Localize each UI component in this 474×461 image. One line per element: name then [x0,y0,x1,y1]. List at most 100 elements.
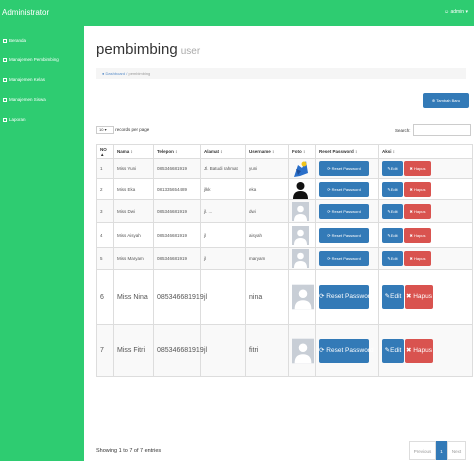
user-icon: ☺ [443,9,450,15]
cell-alamat: jl [200,324,246,377]
cell-telepon: 081335654489 [153,178,201,200]
table-icon [3,77,7,82]
delete-button[interactable]: ✖ Hapus [404,251,431,266]
column-header[interactable]: Reset Password ↕ [315,144,379,159]
search-label: Search: [395,128,411,133]
refresh-icon: ⟳ [327,186,331,192]
sidebar: Beranda Manajemen Pembimbing Manajemen K… [0,26,84,461]
delete-button[interactable]: ✖ Hapus [405,338,433,363]
reset-password-button[interactable]: ⟳ Reset Password [319,338,374,363]
edit-button[interactable]: ✎Edit [382,227,403,243]
user-icon [3,57,7,62]
cell-foto [288,199,316,223]
cell-reset: ⟳ Reset Password [315,269,379,325]
delete-icon: ✖ [405,293,412,300]
dashboard-icon: ● [102,71,105,76]
sidebar-item-kelas[interactable]: Manajemen Kelas [3,77,45,82]
column-header[interactable]: Foto ↕ [288,144,316,159]
table-row: 2 Miss Eka 081335654489 jlkk eka ⟳ Reset Pass… [96,178,473,200]
sidebar-item-pembimbing[interactable]: Manajemen Pembimbing [3,57,59,62]
print-icon [3,117,7,122]
cell-no: 1 [96,158,114,179]
sidebar-item-siswa[interactable]: Manajemen Siswa [3,97,46,102]
pagination-previous[interactable]: Previous [409,441,436,460]
delete-button[interactable]: ✖ Hapus [405,285,433,309]
table-header-row: NO ▲ Nama ↕ Telepon ↕ Alamat ↕ Username … [96,144,473,159]
reset-password-button[interactable]: ⟳ Reset Password [319,285,374,309]
user-name: admin [450,9,465,15]
edit-button[interactable]: ✎Edit [382,181,403,197]
pagination-next[interactable]: Next [447,441,466,460]
delete-button[interactable]: ✖ Hapus [404,203,431,219]
reset-password-button[interactable]: ⟳ Reset Password [319,251,369,266]
pembimbing-table: NO ▲ Nama ↕ Telepon ↕ Alamat ↕ Username … [96,144,473,377]
column-header[interactable]: Alamat ↕ [200,144,246,159]
cell-nama: Miss Maryam [113,247,154,270]
column-header[interactable]: NO ▲ [96,144,114,159]
column-header[interactable]: Nama ↕ [113,144,154,159]
reset-password-button[interactable]: ⟳ Reset Password [319,181,369,197]
cell-foto [288,247,316,270]
cell-aksi: ✎Edit ✖ Hapus [378,269,473,325]
page-subtitle: user [180,46,201,57]
delete-button[interactable]: ✖ Hapus [404,181,431,197]
reset-password-button[interactable]: ⟳ Reset Password [319,203,369,219]
add-new-button[interactable]: ⊕ Tambah Baru [423,93,469,108]
column-header[interactable]: Username ↕ [245,144,289,159]
cell-no: 2 [96,178,114,200]
edit-button[interactable]: ✎Edit [382,251,403,266]
cell-username: aisyah [245,222,289,248]
edit-button[interactable]: ✎Edit [382,285,404,309]
cell-alamat: jl [200,247,246,270]
cell-aksi: ✎Edit ✖ Hapus [378,158,473,179]
home-icon [3,38,7,43]
user-menu[interactable]: ☺ admin ▾ [444,9,468,15]
top-navbar: Administrator ☺ admin ▾ [0,0,474,26]
breadcrumb-current: pembimbing [128,71,151,76]
cell-telepon: 085346681919 [153,222,201,248]
sidebar-item-label: Beranda [9,38,27,43]
refresh-icon: ⟳ [327,166,331,171]
reset-password-button[interactable]: ⟳ Reset Password [319,161,369,176]
caret-down-icon: ▾ [465,9,468,15]
delete-icon: ✖ [409,208,413,214]
table-row: 3 Miss Dwi 085346681919 jl. ... dwi ⟳ Reset P… [96,199,473,223]
sidebar-item-beranda[interactable]: Beranda [3,38,26,43]
cell-username: nina [245,269,289,325]
table-row: 6 Miss Nina 085346681919 jl nina ⟳ Reset Pass… [96,269,473,325]
cell-aksi: ✎Edit ✖ Hapus [378,178,473,200]
edit-button[interactable]: ✎Edit [382,338,404,363]
records-per-page: 10 ▾ records per page [96,126,149,134]
table-info: Showing 1 to 7 of 7 entries [96,448,162,454]
reset-password-button[interactable]: ⟳ Reset Password [319,227,369,243]
edit-button[interactable]: ✎Edit [382,203,403,219]
refresh-icon: ⟳ [327,208,331,214]
pagination-page-1[interactable]: 1 [436,441,447,460]
records-per-page-select[interactable]: 10 ▾ [96,126,114,134]
page-title-text: pembimbing [96,41,178,58]
search-input[interactable] [413,124,471,136]
sidebar-item-laporan[interactable]: Laporan [3,117,26,122]
cell-nama: Miss Fitri [113,324,154,377]
column-header[interactable]: Telepon ↕ [153,144,201,159]
cell-telepon: 085346681919 [153,199,201,223]
column-header[interactable]: Aksi ↕ [378,144,473,159]
table-row: 5 Miss Maryam 085346681919 jl maryam ⟳ Reset … [96,247,473,270]
sidebar-item-label: Manajemen Kelas [9,77,46,82]
sidebar-item-label: Laporan [9,117,26,122]
cell-reset: ⟳ Reset Password [315,324,379,377]
cell-no: 5 [96,247,114,270]
user-photo [292,225,309,245]
app-title[interactable]: Administrator [2,8,49,17]
cell-nama: Miss Aisyah [113,222,154,248]
users-icon [3,97,7,102]
delete-button[interactable]: ✖ Hapus [404,227,431,243]
edit-button[interactable]: ✎Edit [382,161,403,176]
cell-alamat: jlkk [200,178,246,200]
cell-alamat: jl [200,269,246,325]
breadcrumb-home-link[interactable]: Dashboard [106,71,126,76]
cell-username: eka [245,178,289,200]
cell-reset: ⟳ Reset Password [315,158,379,179]
delete-button[interactable]: ✖ Hapus [404,161,431,176]
cell-alamat: Jl. Batudi rahmat [200,158,246,179]
